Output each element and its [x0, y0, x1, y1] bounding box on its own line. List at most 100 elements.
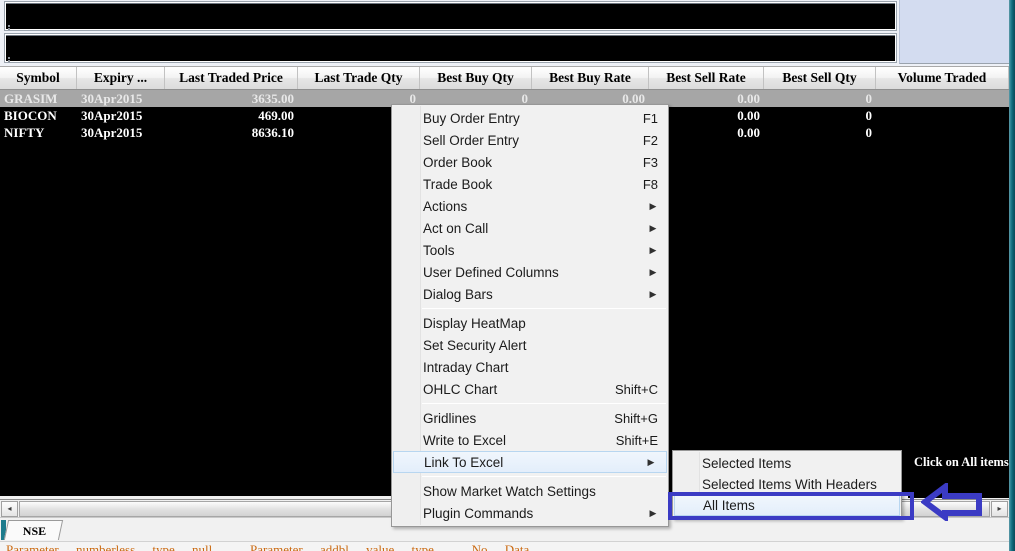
market-watch-window: SymbolExpiry ...Last Traded PriceLast Tr…	[0, 0, 1015, 551]
chevron-right-icon: ▶	[646, 457, 656, 468]
tab-nse[interactable]: NSE	[4, 520, 64, 540]
menu-item-label: Link To Excel	[424, 455, 646, 470]
table-cell: 3635.00	[165, 90, 298, 107]
menu-item-actions[interactable]: Actions▶	[392, 195, 668, 217]
table-cell: 0	[764, 107, 876, 124]
menu-item-dialog-bars[interactable]: Dialog Bars▶	[392, 283, 668, 305]
menu-item-display-heatmap[interactable]: Display HeatMap	[392, 312, 668, 334]
menu-item-label: Trade Book	[423, 177, 631, 192]
link-to-excel-submenu[interactable]: Selected Items Selected Items With Header…	[672, 450, 902, 519]
table-cell: 8636.10	[165, 124, 298, 141]
menu-item-trade-book[interactable]: Trade BookF8	[392, 173, 668, 195]
column-header-last-trade-qty[interactable]: Last Trade Qty	[298, 67, 420, 89]
table-cell: 30Apr2015	[77, 107, 165, 124]
menu-item-link-to-excel[interactable]: Link To Excel▶	[393, 451, 667, 473]
menu-item-shortcut: Shift+E	[604, 433, 658, 448]
menu-separator	[422, 403, 666, 404]
menu-item-label: Selected Items	[702, 456, 891, 471]
column-header-symbol[interactable]: Symbol	[0, 67, 77, 89]
menu-separator	[422, 308, 666, 309]
context-menu[interactable]: Buy Order EntryF1Sell Order EntryF2Order…	[391, 104, 669, 527]
menu-item-sell-order-entry[interactable]: Sell Order EntryF2	[392, 129, 668, 151]
menu-item-label: User Defined Columns	[423, 265, 648, 280]
table-cell: 30Apr2015	[77, 124, 165, 141]
menu-item-shortcut: F3	[631, 155, 658, 170]
table-cell: 30Apr2015	[77, 90, 165, 107]
ticker-panel-bottom[interactable]	[4, 33, 897, 63]
table-cell: 0	[764, 124, 876, 141]
menu-item-tools[interactable]: Tools▶	[392, 239, 668, 261]
submenu-item-selected-items[interactable]: Selected Items	[673, 453, 901, 474]
submenu-item-all-items[interactable]: All Items	[674, 495, 900, 516]
menu-item-label: Act on Call	[423, 221, 648, 236]
menu-item-show-market-watch-settings[interactable]: Show Market Watch Settings	[392, 480, 668, 502]
menu-item-shortcut: F8	[631, 177, 658, 192]
menu-item-plugin-commands[interactable]: Plugin Commands▶	[392, 502, 668, 524]
ticker-panel-bottom-content	[6, 35, 895, 61]
chevron-right-icon: ▶	[648, 508, 658, 519]
menu-item-gridlines[interactable]: GridlinesShift+G	[392, 407, 668, 429]
scroll-left-button[interactable]: ◂	[1, 501, 18, 517]
menu-item-set-security-alert[interactable]: Set Security Alert	[392, 334, 668, 356]
table-cell: GRASIM	[0, 90, 77, 107]
menu-item-label: Buy Order Entry	[423, 111, 631, 126]
menu-item-label: Dialog Bars	[423, 287, 648, 302]
menu-item-label: Gridlines	[423, 411, 602, 426]
column-header-best-buy-rate[interactable]: Best Buy Rate	[532, 67, 649, 89]
column-header-best-buy-qty[interactable]: Best Buy Qty	[420, 67, 532, 89]
chevron-right-icon: ▶	[648, 245, 658, 256]
menu-item-label: Selected Items With Headers	[702, 477, 891, 492]
menu-item-label: Show Market Watch Settings	[423, 484, 658, 499]
table-cell: BIOCON	[0, 107, 77, 124]
status-bar: Parameter numberless type null . Paramet…	[0, 541, 1009, 551]
menu-item-intraday-chart[interactable]: Intraday Chart	[392, 356, 668, 378]
menu-item-label: Display HeatMap	[423, 316, 658, 331]
menu-item-label: Actions	[423, 199, 648, 214]
menu-item-shortcut: F1	[631, 111, 658, 126]
table-header-row: SymbolExpiry ...Last Traded PriceLast Tr…	[0, 66, 1009, 90]
tab-nse-label: NSE	[23, 521, 46, 541]
menu-item-label: Write to Excel	[423, 433, 604, 448]
scroll-right-button[interactable]: ▸	[991, 501, 1008, 517]
menu-item-label: Order Book	[423, 155, 631, 170]
menu-item-label: Intraday Chart	[423, 360, 658, 375]
resize-grip-icon	[8, 25, 13, 30]
ticker-zone	[0, 0, 1015, 66]
chevron-right-icon: ▶	[648, 201, 658, 212]
table-cell: 0	[764, 90, 876, 107]
menu-separator	[422, 476, 666, 477]
resize-grip-icon-2	[8, 57, 13, 62]
menu-item-shortcut: Shift+C	[603, 382, 658, 397]
menu-item-label: Set Security Alert	[423, 338, 658, 353]
ticker-panel-top-content	[6, 3, 895, 29]
right-side-pane	[899, 0, 1009, 64]
table-cell	[876, 124, 1009, 141]
menu-item-user-defined-columns[interactable]: User Defined Columns▶	[392, 261, 668, 283]
menu-item-shortcut: Shift+G	[602, 411, 658, 426]
column-header-volume-traded[interactable]: Volume Traded	[876, 67, 1009, 89]
menu-item-shortcut: F2	[631, 133, 658, 148]
column-header-expiry[interactable]: Expiry ...	[77, 67, 165, 89]
table-cell: 469.00	[165, 107, 298, 124]
column-header-last-traded-price[interactable]: Last Traded Price	[165, 67, 298, 89]
chevron-right-icon: ▶	[648, 223, 658, 234]
menu-item-write-to-excel[interactable]: Write to ExcelShift+E	[392, 429, 668, 451]
menu-item-buy-order-entry[interactable]: Buy Order EntryF1	[392, 107, 668, 129]
column-header-best-sell-qty[interactable]: Best Sell Qty	[764, 67, 876, 89]
menu-item-label: All Items	[703, 498, 889, 513]
chevron-right-icon: ▶	[648, 267, 658, 278]
menu-item-label: Sell Order Entry	[423, 133, 631, 148]
submenu-item-selected-items-with-headers[interactable]: Selected Items With Headers	[673, 474, 901, 495]
table-cell	[876, 90, 1009, 107]
menu-item-order-book[interactable]: Order BookF3	[392, 151, 668, 173]
column-header-best-sell-rate[interactable]: Best Sell Rate	[649, 67, 764, 89]
menu-item-ohlc-chart[interactable]: OHLC ChartShift+C	[392, 378, 668, 400]
table-cell: NIFTY	[0, 124, 77, 141]
menu-item-label: Tools	[423, 243, 648, 258]
menu-item-label: OHLC Chart	[423, 382, 603, 397]
menu-item-act-on-call[interactable]: Act on Call▶	[392, 217, 668, 239]
ticker-panel-top[interactable]	[4, 1, 897, 31]
menu-item-label: Plugin Commands	[423, 506, 648, 521]
annotation-label: Click on All items	[914, 455, 1015, 470]
table-cell	[876, 107, 1009, 124]
